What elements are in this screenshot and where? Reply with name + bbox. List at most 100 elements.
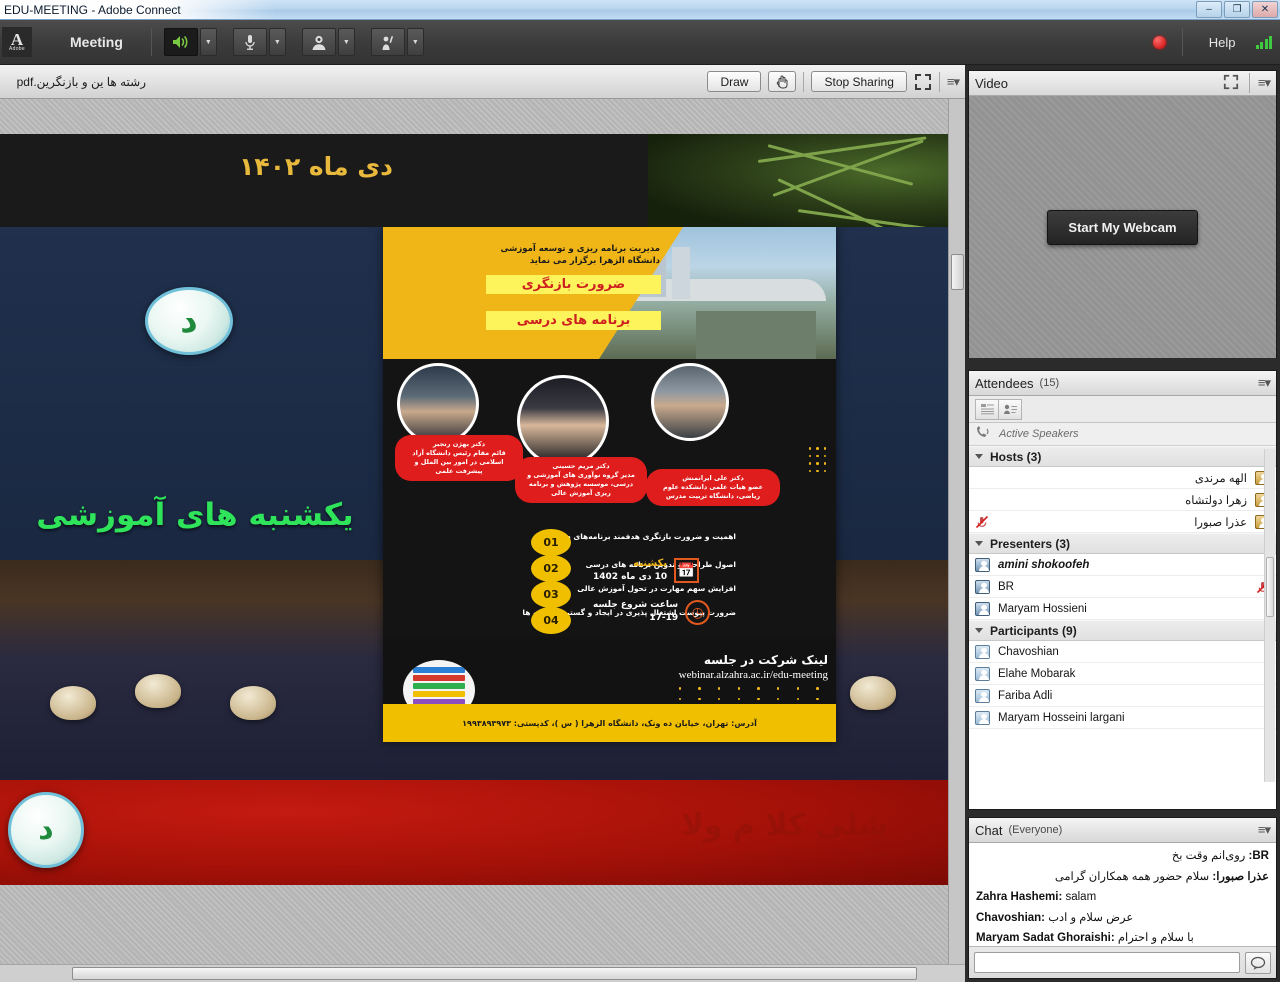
raise-hand-icon[interactable] [370,28,405,56]
chat-message: Zahra Hashemi: salam [976,890,1269,904]
share-pod-options-icon[interactable]: ≡▾ [947,74,960,90]
chat-bubble-icon[interactable] [1245,951,1271,974]
attendee-row-host-1[interactable]: الهه مرندی [969,467,1276,489]
mic-muted-icon[interactable] [975,515,989,529]
speaker-bio-3: دکتر علی ایرانمنش عضو هیات علمی دانشکده … [646,469,780,506]
chat-pod-header: Chat (Everyone) ≡▾ [969,818,1276,843]
attendees-view-toolbar [969,396,1276,423]
poster-topic-number-3: 03 [531,581,571,608]
chevron-down-icon [975,628,983,633]
attendees-count: (15) [1039,377,1060,389]
poster-topic-number-2: 02 [531,555,571,582]
list-view-icon[interactable] [975,398,999,420]
share-pod-controls: Draw Stop Sharing ≡▾ [707,71,960,92]
attendee-name: BR [998,580,1014,593]
participant-avatar-icon [975,644,990,659]
attendee-row-host-2[interactable]: زهرا دولتشاه [969,489,1276,511]
close-button[interactable]: ✕ [1252,1,1278,18]
attendee-row-participant-1[interactable]: Chavoshian [969,641,1276,663]
attendee-name: Maryam Hosseini largani [998,711,1125,724]
main-area: رشته ها ین و بازنگرین.pdf Draw Stop Shar… [0,65,1280,982]
attendee-row-presenter-1[interactable]: amini shokoofeh [969,554,1276,576]
poster-date-info: یکشنبه 10 دی ماه 1402 📅 [593,557,700,584]
meeting-menu[interactable]: Meeting [48,34,145,50]
poster-headline-2: برنامه های درسی [486,311,661,330]
chat-pod-controls: ≡▾ [1258,822,1271,838]
attendees-pod-options-icon[interactable]: ≡▾ [1258,375,1271,391]
video-pod-title: Video [975,75,1009,91]
connection-strength-icon[interactable] [1255,35,1272,49]
share-horizontal-scrollbar[interactable] [0,964,965,982]
share-pod: رشته ها ین و بازنگرین.pdf Draw Stop Shar… [0,65,965,982]
chat-sender: عذرا صبورا: [1212,870,1269,883]
speaker-photo-1 [397,363,479,445]
attendees-scroll-thumb[interactable] [1266,557,1274,617]
poster-dot-grid-1 [808,447,826,472]
chat-sender: Zahra Hashemi: [976,891,1063,903]
microphone-dropdown-icon[interactable]: ▼ [268,28,286,56]
attendee-row-host-3[interactable]: عذرا صبورا [969,511,1276,533]
video-pod-header: Video ≡▾ [969,71,1276,96]
attendee-name: Elahe Mobarak [998,667,1076,680]
poster-link-url: webinar.alzahra.ac.ir/edu-meeting [678,669,828,681]
share-vertical-scrollbar[interactable] [948,99,965,982]
poster-time-info: ساعت شروع جلسه 17-19 ◷ [593,599,711,625]
attendees-scrollbar[interactable] [1264,449,1275,782]
attendee-group-presenters[interactable]: Presenters (3) [969,533,1276,554]
pod-gap-1 [965,358,1280,363]
speaker-bio-1: دکتر بهژن رنجبر قائم مقام رئیس دانشگاه آ… [395,435,523,481]
video-pod-options-icon[interactable]: ≡▾ [1258,75,1271,91]
chevron-down-icon [975,454,983,459]
help-menu[interactable]: Help [1199,35,1246,50]
chat-input[interactable] [974,952,1240,973]
webcam-icon[interactable] [301,28,336,56]
pod-gap-2 [965,810,1280,815]
speaking-phone-icon [975,426,992,442]
right-pod-column: Video ≡▾ Start My Webcam Attendees (15) [965,65,1280,982]
chat-sender: Chavoshian: [976,911,1046,924]
video-fullscreen-icon[interactable] [1223,74,1241,92]
slide-bottom-banner: د شلی کلا م ولا [0,780,948,885]
attendee-row-participant-4[interactable]: Maryam Hosseini largani [969,707,1276,729]
stop-sharing-button[interactable]: Stop Sharing [811,71,907,92]
microphone-icon[interactable] [232,28,267,56]
participant-avatar-icon [975,688,990,703]
toolbar-divider [150,28,152,56]
webcam-dropdown-icon[interactable]: ▼ [337,28,355,56]
share-vscroll-thumb[interactable] [951,254,964,290]
card-view-icon[interactable] [998,398,1022,420]
attendee-name: amini shokoofeh [998,558,1090,571]
university-logo-icon-bottom: د [8,792,84,868]
attendee-name: زهرا دولتشاه [1185,494,1247,507]
attendee-group-hosts[interactable]: Hosts (3) [969,446,1276,467]
speaker-dropdown-icon[interactable]: ▼ [199,28,217,56]
seminar-poster: مدیریت برنامه ریزی و توسعه آموزشی دانشگا… [383,227,836,742]
minimize-button[interactable]: – [1196,1,1222,18]
presenter-avatar-icon [975,601,990,616]
draw-button[interactable]: Draw [707,71,762,92]
chat-pod-options-icon[interactable]: ≡▾ [1258,822,1271,838]
poster-topics-section: اهمیت و ضرورت بازنگری هدفمند برنامه‌های … [383,527,836,637]
window-controls: – ❐ ✕ [1196,1,1278,18]
fullscreen-icon[interactable] [914,73,932,91]
webcam-control-group: ▼ [301,28,355,56]
speaker-photo-2 [517,375,609,467]
attendee-row-participant-3[interactable]: Fariba Adli [969,685,1276,707]
attendee-row-participant-2[interactable]: Elahe Mobarak [969,663,1276,685]
chat-message: BR: روی‌انم وقت بخ [976,849,1269,863]
chat-pod: Chat (Everyone) ≡▾ BR: روی‌انم وقت بخ عذ… [968,817,1277,979]
attendee-row-presenter-2[interactable]: BR [969,576,1276,598]
pointer-hand-icon[interactable] [768,71,797,92]
attendee-row-presenter-3[interactable]: Maryam Hossieni [969,598,1276,620]
attendee-group-participants[interactable]: Participants (9) [969,620,1276,641]
maximize-button[interactable]: ❐ [1224,1,1250,18]
slide-bottom-decorative-text: شلی کلا م ولا [681,808,888,843]
share-hscroll-thumb[interactable] [72,967,917,980]
poster-date-label: یکشنبه [633,558,668,569]
chat-sender: BR: [1248,850,1269,862]
speaker-icon[interactable] [163,28,198,56]
raise-hand-dropdown-icon[interactable]: ▼ [406,28,424,56]
start-my-webcam-button[interactable]: Start My Webcam [1047,209,1198,245]
poster-topic-number-1: 01 [531,529,571,556]
poster-dot-grid-2 [678,687,828,700]
